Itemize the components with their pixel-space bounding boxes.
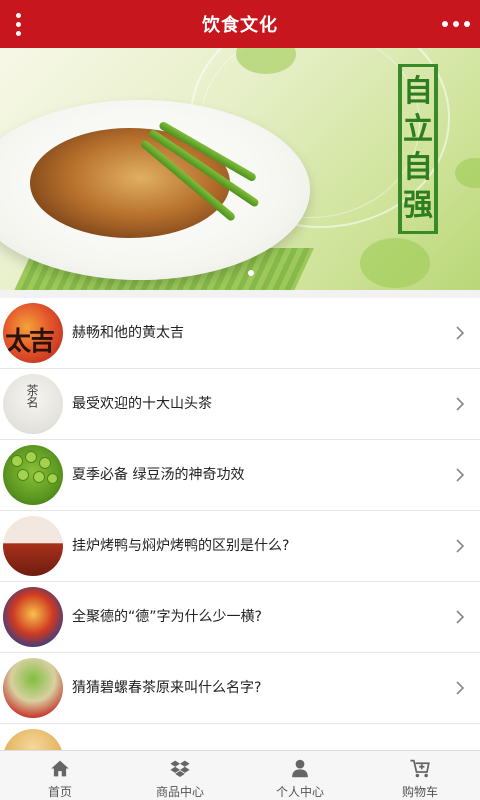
slogan-char: 自 — [403, 150, 433, 185]
tab-home[interactable]: 首页 — [0, 751, 120, 800]
tab-label: 商品中心 — [155, 785, 204, 799]
slogan-char: 立 — [403, 112, 433, 147]
chevron-right-icon — [456, 539, 465, 553]
banner-leaf-decoration — [455, 158, 480, 188]
cart-icon — [410, 759, 430, 778]
user-icon — [292, 759, 308, 778]
article-thumbnail — [3, 658, 63, 718]
tab-label: 购物车 — [401, 785, 438, 799]
slogan-char: 强 — [403, 188, 433, 223]
chevron-right-icon — [456, 610, 465, 624]
article-thumbnail: 茶名 — [3, 374, 63, 434]
page-title: 饮食文化 — [202, 15, 278, 36]
chevron-right-icon — [456, 681, 465, 695]
carousel-indicator-dot[interactable] — [248, 270, 254, 276]
article-title: 挂炉烤鸭与焖炉烤鸭的区别是什么? — [72, 538, 290, 554]
list-item[interactable]: 猜猜碧螺春茶原来叫什么名字? — [0, 653, 480, 724]
list-item[interactable] — [0, 724, 480, 750]
tab-profile[interactable]: 个人中心 — [240, 751, 360, 800]
chevron-right-icon — [456, 468, 465, 482]
thumbnail-text: 太吉 — [5, 327, 55, 357]
app-header: 饮食文化 — [0, 0, 480, 48]
bottom-tab-bar: 首页 商品中心 个人中心 购物车 — [0, 750, 480, 800]
horizontal-dots-icon[interactable] — [442, 12, 470, 36]
list-item[interactable]: 夏季必备 绿豆汤的神奇功效 — [0, 440, 480, 511]
list-item[interactable]: 太吉 赫畅和他的黄太吉 — [0, 298, 480, 369]
chevron-right-icon — [456, 397, 465, 411]
article-title: 全聚德的“德”字为什么少一横? — [72, 609, 262, 625]
banner-leaf-decoration — [360, 238, 430, 288]
thumbnail-text: 茶名 — [25, 384, 39, 408]
article-thumbnail — [3, 445, 63, 505]
article-thumbnail — [3, 587, 63, 647]
article-list: 太吉 赫畅和他的黄太吉 茶名 最受欢迎的十大山头茶 夏季必备 绿豆汤的神奇功效 … — [0, 298, 480, 750]
tab-cart[interactable]: 购物车 — [360, 751, 480, 800]
list-item[interactable]: 挂炉烤鸭与焖炉烤鸭的区别是什么? — [0, 511, 480, 582]
article-title: 猜猜碧螺春茶原来叫什么名字? — [72, 680, 262, 696]
list-item[interactable]: 全聚德的“德”字为什么少一横? — [0, 582, 480, 653]
dropbox-icon — [170, 760, 190, 777]
article-thumbnail: 太吉 — [3, 303, 63, 363]
banner-carousel[interactable]: 自 立 自 强 — [0, 48, 480, 290]
article-thumbnail — [3, 516, 63, 576]
tab-label: 个人中心 — [275, 785, 324, 799]
article-thumbnail — [3, 729, 63, 750]
article-title: 赫畅和他的黄太吉 — [72, 325, 184, 341]
tab-label: 首页 — [47, 785, 72, 799]
slogan-char: 自 — [403, 74, 433, 109]
vertical-dots-icon[interactable] — [8, 10, 28, 38]
article-title: 最受欢迎的十大山头茶 — [72, 396, 212, 412]
article-title: 夏季必备 绿豆汤的神奇功效 — [72, 467, 245, 483]
tab-products[interactable]: 商品中心 — [120, 751, 240, 800]
banner-slogan: 自 立 自 强 — [398, 64, 438, 234]
chevron-right-icon — [456, 326, 465, 340]
home-icon — [51, 760, 69, 777]
list-item[interactable]: 茶名 最受欢迎的十大山头茶 — [0, 369, 480, 440]
